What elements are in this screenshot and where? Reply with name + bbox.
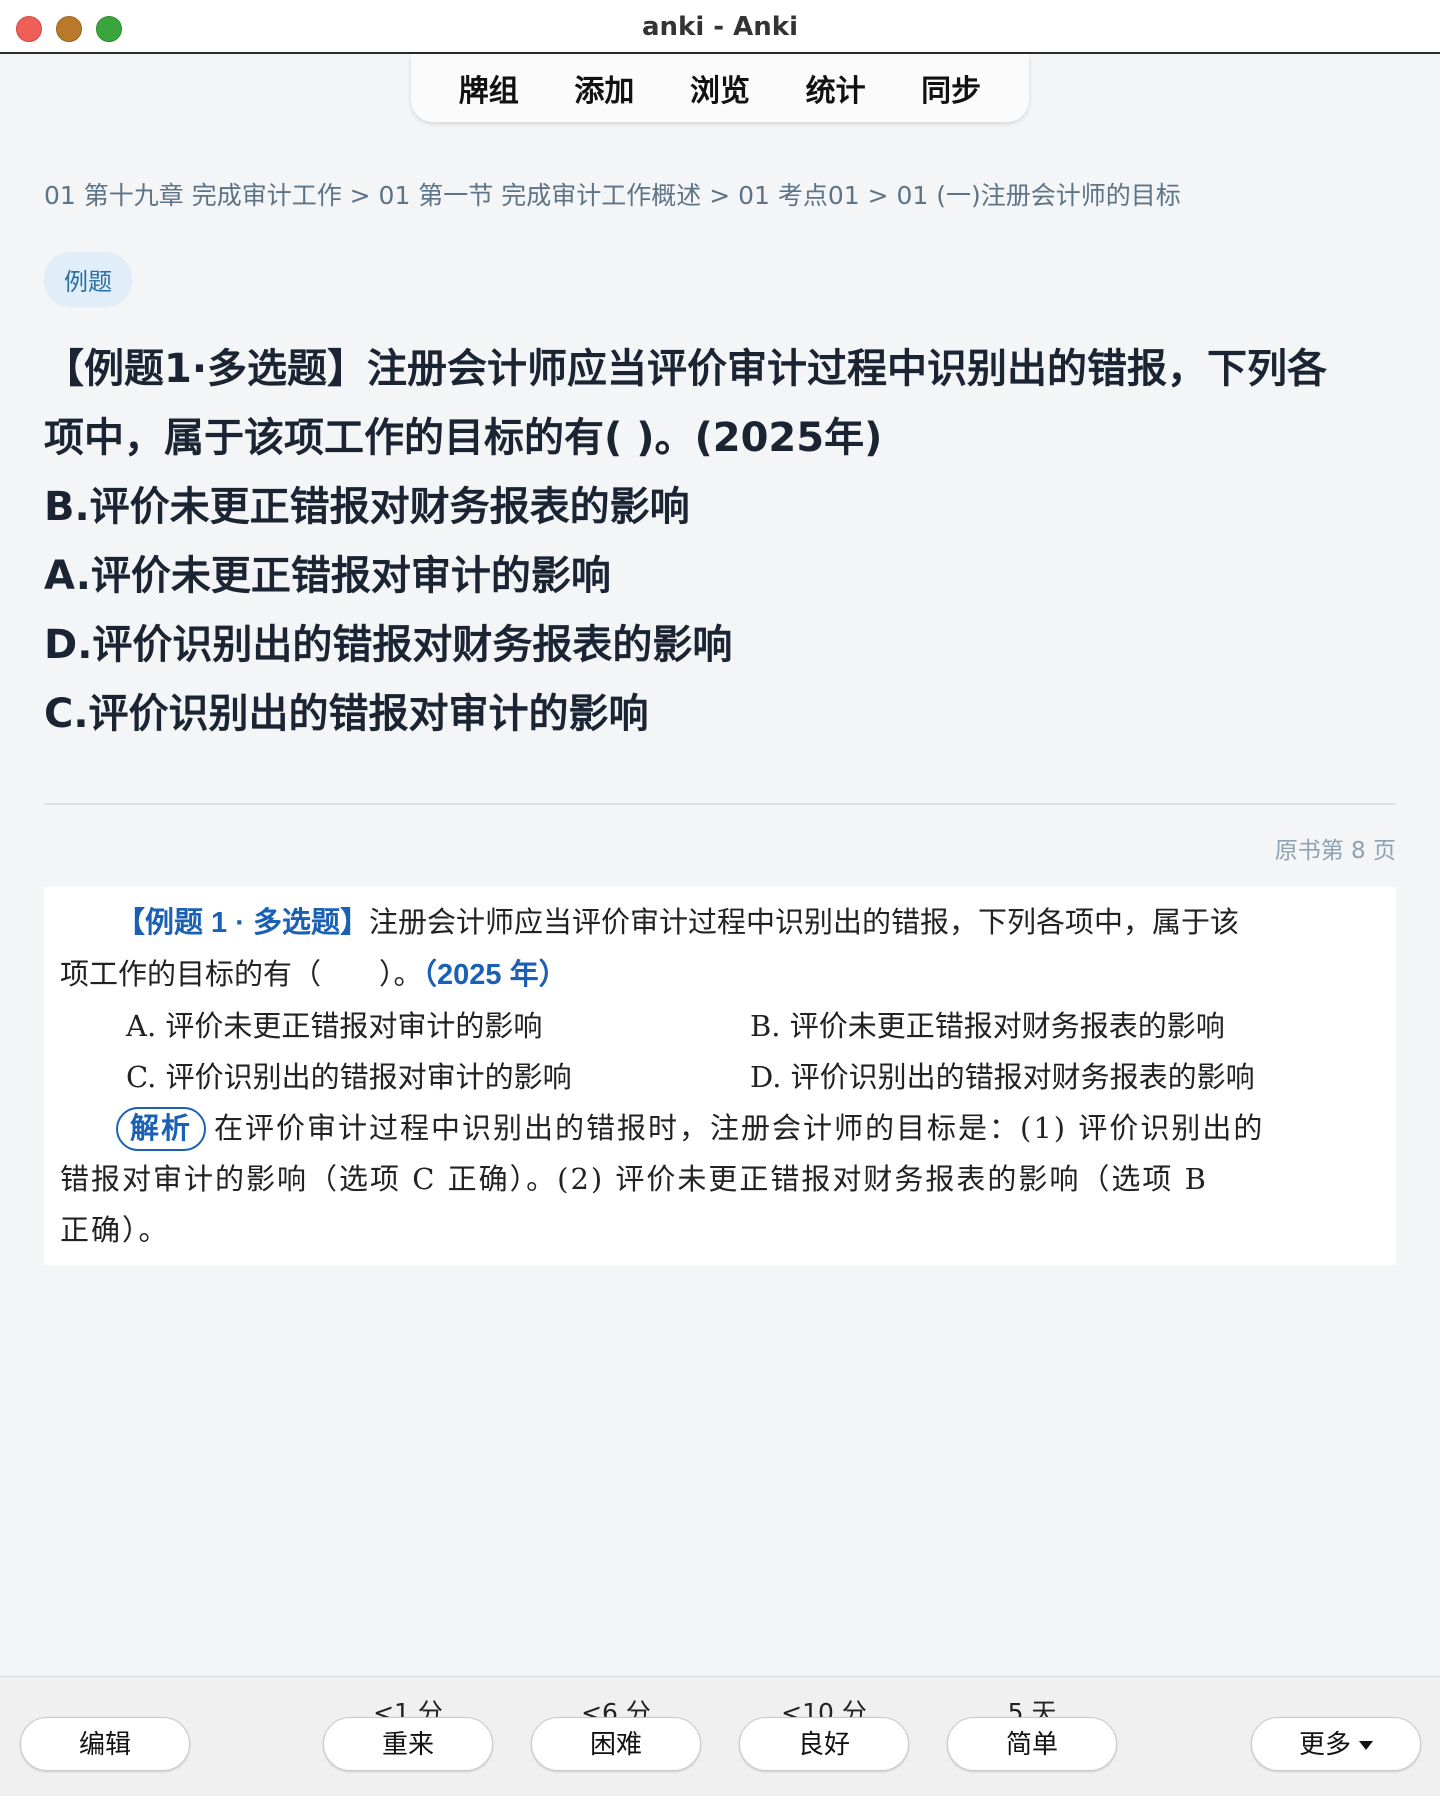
nav-decks[interactable]: 牌组 [459, 66, 519, 110]
scan-text: 项工作的目标的有（ ）。 [60, 957, 423, 991]
card-content: 01 第十九章 完成审计工作 > 01 第一节 完成审计工作概述 > 01 考点… [44, 176, 1396, 1265]
breadcrumb: 01 第十九章 完成审计工作 > 01 第一节 完成审计工作概述 > 01 考点… [44, 181, 1181, 210]
option-item: A.评价未更正错报对审计的影响 [44, 553, 611, 599]
nav-stats[interactable]: 统计 [806, 66, 866, 110]
caret-down-icon [1359, 1741, 1373, 1750]
scan-text: 在评价审计过程中识别出的错报时，注册会计师的目标是：(1) 评价识别出的 [214, 1111, 1265, 1145]
scan-question-line: 【例题 1 · 多选题】注册会计师应当评价审计过程中识别出的错报，下列各项中，属… [60, 897, 1380, 949]
more-button[interactable]: 更多 [1251, 1717, 1421, 1771]
scan-text: 注册会计师应当评价审计过程中识别出的错报，下列各项中，属于该 [368, 905, 1239, 939]
more-label: 更多 [1298, 1730, 1351, 1760]
window-title: anki - Anki [642, 12, 798, 42]
scan-title-tag: 【例题 1 · 多选题】 [116, 907, 369, 939]
again-button[interactable]: 重来 [323, 1717, 493, 1771]
edit-button[interactable]: 编辑 [20, 1717, 190, 1771]
scan-options-row: C. 评价识别出的错报对审计的影响 D. 评价识别出的错报对财务报表的影响 [60, 1052, 1380, 1103]
option-item: D.评价识别出的错报对财务报表的影响 [44, 622, 733, 668]
scanned-book-image: 【例题 1 · 多选题】注册会计师应当评价审计过程中识别出的错报，下列各项中，属… [44, 887, 1396, 1265]
scan-question-line: 项工作的目标的有（ ）。（2025 年） [60, 949, 1380, 1001]
scan-option: D. 评价识别出的错报对财务报表的影响 [750, 1060, 1255, 1094]
easy-button[interactable]: 简单 [947, 1717, 1117, 1771]
option-item: C.评价识别出的错报对审计的影响 [44, 691, 649, 737]
scan-option: C. 评价识别出的错报对审计的影响 [126, 1060, 572, 1094]
scan-options-row: A. 评价未更正错报对审计的影响 B. 评价未更正错报对财务报表的影响 [60, 1001, 1380, 1052]
question-line: 【例题1·多选题】注册会计师应当评价审计过程中识别出的错报，下列各 [44, 346, 1328, 392]
top-nav: 牌组 添加 浏览 统计 同步 [411, 54, 1029, 122]
option-item: B.评价未更正错报对财务报表的影响 [44, 484, 690, 530]
question-line: 项中，属于该项工作的目标的有( )。(2025年) [44, 415, 883, 461]
nav-browse[interactable]: 浏览 [690, 66, 750, 110]
divider [44, 803, 1396, 805]
good-button[interactable]: 良好 [739, 1717, 909, 1771]
scan-explanation-line: 解析 在评价审计过程中识别出的错报时，注册会计师的目标是：(1) 评价识别出的 [60, 1103, 1380, 1154]
scan-explanation-line: 错报对审计的影响（选项 C 正确）。(2) 评价未更正错报对财务报表的影响（选项… [60, 1162, 1208, 1196]
scan-year: （2025 年） [422, 959, 568, 991]
hard-button[interactable]: 困难 [531, 1717, 701, 1771]
question-text: 【例题1·多选题】注册会计师应当评价审计过程中识别出的错报，下列各 项中，属于该… [44, 335, 1396, 473]
scan-explanation-line: 正确）。 [60, 1213, 170, 1247]
scan-option: A. 评价未更正错报对审计的影响 [126, 1009, 543, 1043]
jiexi-badge: 解析 [116, 1107, 207, 1151]
nav-add[interactable]: 添加 [574, 66, 634, 110]
answer-bar: 编辑 <1 分 重来 <6 分 困难 <10 分 良好 5 天 简单 更多 [0, 1676, 1440, 1796]
page-reference: 原书第 8 页 [1274, 838, 1396, 864]
scan-option: B. 评价未更正错报对财务报表的影响 [750, 1009, 1225, 1043]
nav-sync[interactable]: 同步 [921, 66, 981, 110]
card-tag: 例题 [44, 252, 132, 307]
title-bar: anki - Anki [0, 0, 1440, 54]
anki-window: anki - Anki 牌组 添加 浏览 统计 同步 01 第十九章 完成审计工… [0, 0, 1440, 1796]
